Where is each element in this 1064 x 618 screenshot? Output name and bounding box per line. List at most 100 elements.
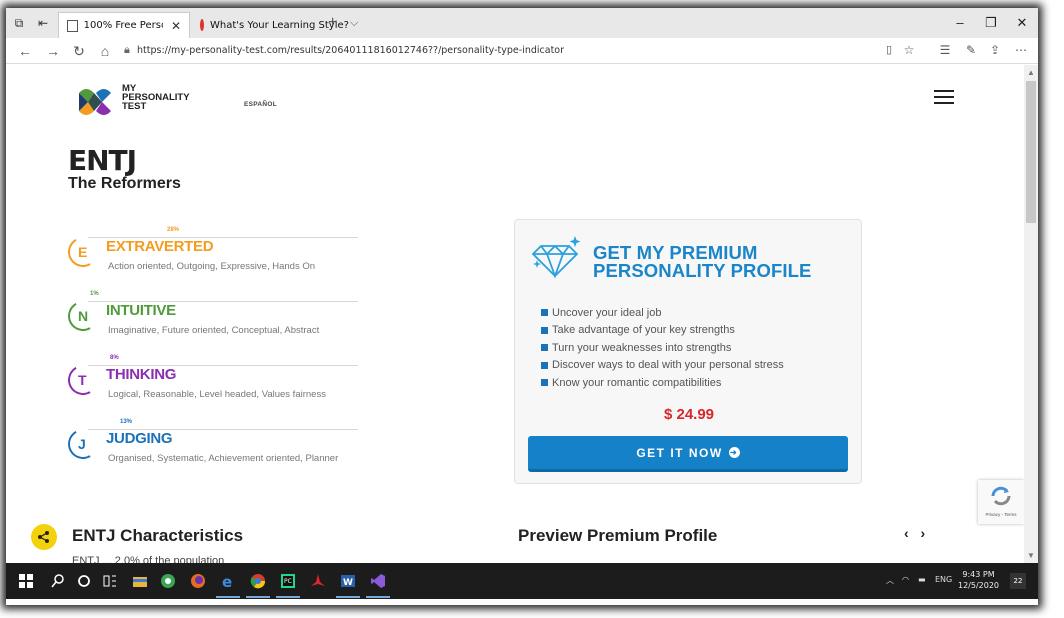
minimize-icon[interactable]: – (950, 15, 970, 30)
visual-studio-icon[interactable] (370, 573, 386, 589)
recaptcha-badge[interactable]: Privacy - Terms (978, 480, 1024, 524)
forward-icon[interactable]: → (44, 43, 62, 59)
running-app-indicator (276, 596, 300, 598)
tab-preview-chevron-icon[interactable]: ⌵ (350, 17, 358, 30)
language-link[interactable]: ESPAÑOL (244, 101, 277, 108)
set-tabs-aside-icon[interactable]: ⇤ (36, 16, 50, 30)
premium-price: $ 24.99 (663, 406, 715, 423)
trait-name: JUDGING (106, 430, 173, 447)
trait-description: Logical, Reasonable, Level headed, Value… (108, 389, 326, 400)
trait-percent: 8% (110, 355, 119, 361)
refresh-icon[interactable]: ↻ (70, 43, 88, 60)
word-icon[interactable]: W (340, 573, 356, 589)
premium-benefits-list: Uncover your ideal job Take advantage of… (541, 304, 784, 392)
active-app-indicator (216, 596, 240, 598)
battery-icon[interactable]: ▬ (918, 575, 926, 584)
trait-letter: J (78, 436, 86, 452)
address-bar: ← → ↻ ⌂ 🔒︎ https://my-personality-test.c… (6, 38, 1038, 64)
home-icon[interactable]: ⌂ (96, 43, 114, 59)
trait-description: Organised, Systematic, Achievement orien… (108, 453, 339, 464)
share-icon (38, 531, 49, 543)
trait-name: EXTRAVERTED (106, 238, 214, 255)
system-clock[interactable]: 9:43 PM 12/5/2020 (958, 569, 999, 591)
site-favicon-icon (200, 19, 204, 31)
scroll-down-icon[interactable]: ▼ (1027, 551, 1035, 560)
back-icon[interactable]: ← (16, 43, 34, 59)
edge-icon[interactable]: e (220, 573, 236, 589)
browser-window: ⧉ ⇤ 100% Free Personality T ✕ What's You… (6, 8, 1038, 605)
more-menu-icon[interactable]: ⋯ (1012, 43, 1030, 57)
trait-letter: T (78, 372, 87, 388)
personality-name: The Reformers (68, 175, 181, 192)
task-view-icon[interactable] (102, 573, 118, 589)
bullet-square-icon (541, 344, 548, 352)
url-field[interactable]: https://my-personality-test.com/results/… (137, 45, 564, 56)
scroll-up-icon[interactable]: ▲ (1027, 68, 1035, 77)
running-app-indicator (366, 596, 390, 598)
trait-thinking: 8% T THINKING Logical, Reasonable, Level… (64, 351, 358, 411)
trait-percent: 1% (90, 291, 99, 297)
tab-actions-icon[interactable]: ⧉ (12, 16, 26, 30)
svg-text:e: e (222, 573, 232, 589)
carousel-arrows[interactable]: ‹ › (904, 525, 929, 541)
bullet-square-icon (541, 379, 548, 387)
tray-chevron-icon[interactable]: ︿ (886, 575, 894, 586)
trait-percent: 28% (167, 227, 180, 233)
chrome-icon[interactable] (160, 573, 176, 589)
running-app-indicator (246, 596, 270, 598)
close-tab-icon[interactable]: ✕ (171, 19, 181, 33)
favorite-star-icon[interactable]: ☆ (900, 43, 918, 57)
trait-name: THINKING (106, 366, 177, 383)
arrow-right-circle-icon: ➜ (728, 447, 740, 458)
tab-personality-test[interactable]: 100% Free Personality T ✕ (58, 12, 190, 38)
diamond-icon (531, 236, 581, 279)
notes-pen-icon[interactable]: ✎ (962, 43, 980, 57)
pycharm-icon[interactable]: PC (280, 573, 296, 589)
menu-hamburger-icon[interactable] (934, 90, 954, 104)
characteristics-heading: ENTJ Characteristics (72, 526, 244, 545)
site-logo-icon[interactable] (78, 85, 112, 119)
share-button[interactable] (31, 524, 57, 550)
svg-text:W: W (343, 578, 353, 588)
trait-intuitive: 1% N INTUITIVE Imaginative, Future orien… (64, 287, 358, 347)
list-item: Turn your weaknesses into strengths (541, 339, 784, 357)
share-page-icon[interactable]: ⇪ (986, 43, 1004, 57)
list-item: Take advantage of your key strengths (541, 322, 784, 340)
trait-letter: N (78, 308, 89, 324)
cortana-icon[interactable] (76, 573, 92, 589)
lock-icon: 🔒︎ (124, 44, 130, 56)
trait-description: Imaginative, Future oriented, Conceptual… (108, 325, 320, 336)
trait-percent: 13% (120, 419, 133, 425)
trait-extraverted: 28% E EXTRAVERTED Action oriented, Outgo… (64, 223, 358, 283)
characteristics-intro-text: ENTJ ... 2.0% of the population (72, 555, 225, 563)
bullet-square-icon (541, 326, 548, 334)
list-item: Know your romantic compatibilities (541, 374, 784, 392)
trait-letter: E (78, 244, 88, 260)
svg-text:PC: PC (284, 578, 292, 585)
premium-title: GET MY PREMIUM PERSONALITY PROFILE (593, 242, 812, 281)
page-content: MY PERSONALITY TEST ESPAÑOL E N T J The Ref… (6, 65, 1024, 563)
acrobat-icon[interactable] (310, 573, 326, 589)
premium-profile-card: GET MY PREMIUM PERSONALITY PROFILE Uncov… (514, 219, 862, 484)
preview-premium-heading: Preview Premium Profile (518, 526, 718, 545)
windows-taskbar: e PC W ︿ ◠ ▬ ENG 9:43 PM 12/5/2020 22 (6, 563, 1038, 599)
get-it-now-button[interactable]: GET IT NOW ➜ (528, 436, 848, 472)
network-icon[interactable]: ◠ (902, 575, 909, 584)
notifications-icon[interactable]: 22 (1010, 573, 1026, 589)
tab-learning-style[interactable]: What's Your Learning Style? (192, 12, 349, 38)
search-icon[interactable] (50, 573, 66, 589)
scroll-thumb[interactable] (1026, 81, 1036, 223)
close-window-icon[interactable]: ✕ (1012, 15, 1032, 31)
chrome-app-icon[interactable] (250, 573, 266, 589)
favorites-list-icon[interactable]: ☰ (936, 43, 954, 57)
recaptcha-icon (991, 486, 1011, 506)
windows-start-icon[interactable] (18, 573, 34, 589)
page-scrollbar[interactable]: ▲ ▼ (1024, 65, 1038, 563)
maximize-icon[interactable]: ❐ (981, 15, 1001, 31)
new-tab-icon[interactable]: + (328, 14, 337, 32)
reading-view-icon[interactable]: ▯ (880, 43, 898, 56)
site-logo-text[interactable]: MY PERSONALITY TEST (122, 84, 190, 112)
firefox-icon[interactable] (190, 573, 206, 589)
input-language[interactable]: ENG (935, 575, 952, 584)
file-explorer-icon[interactable] (132, 573, 148, 589)
